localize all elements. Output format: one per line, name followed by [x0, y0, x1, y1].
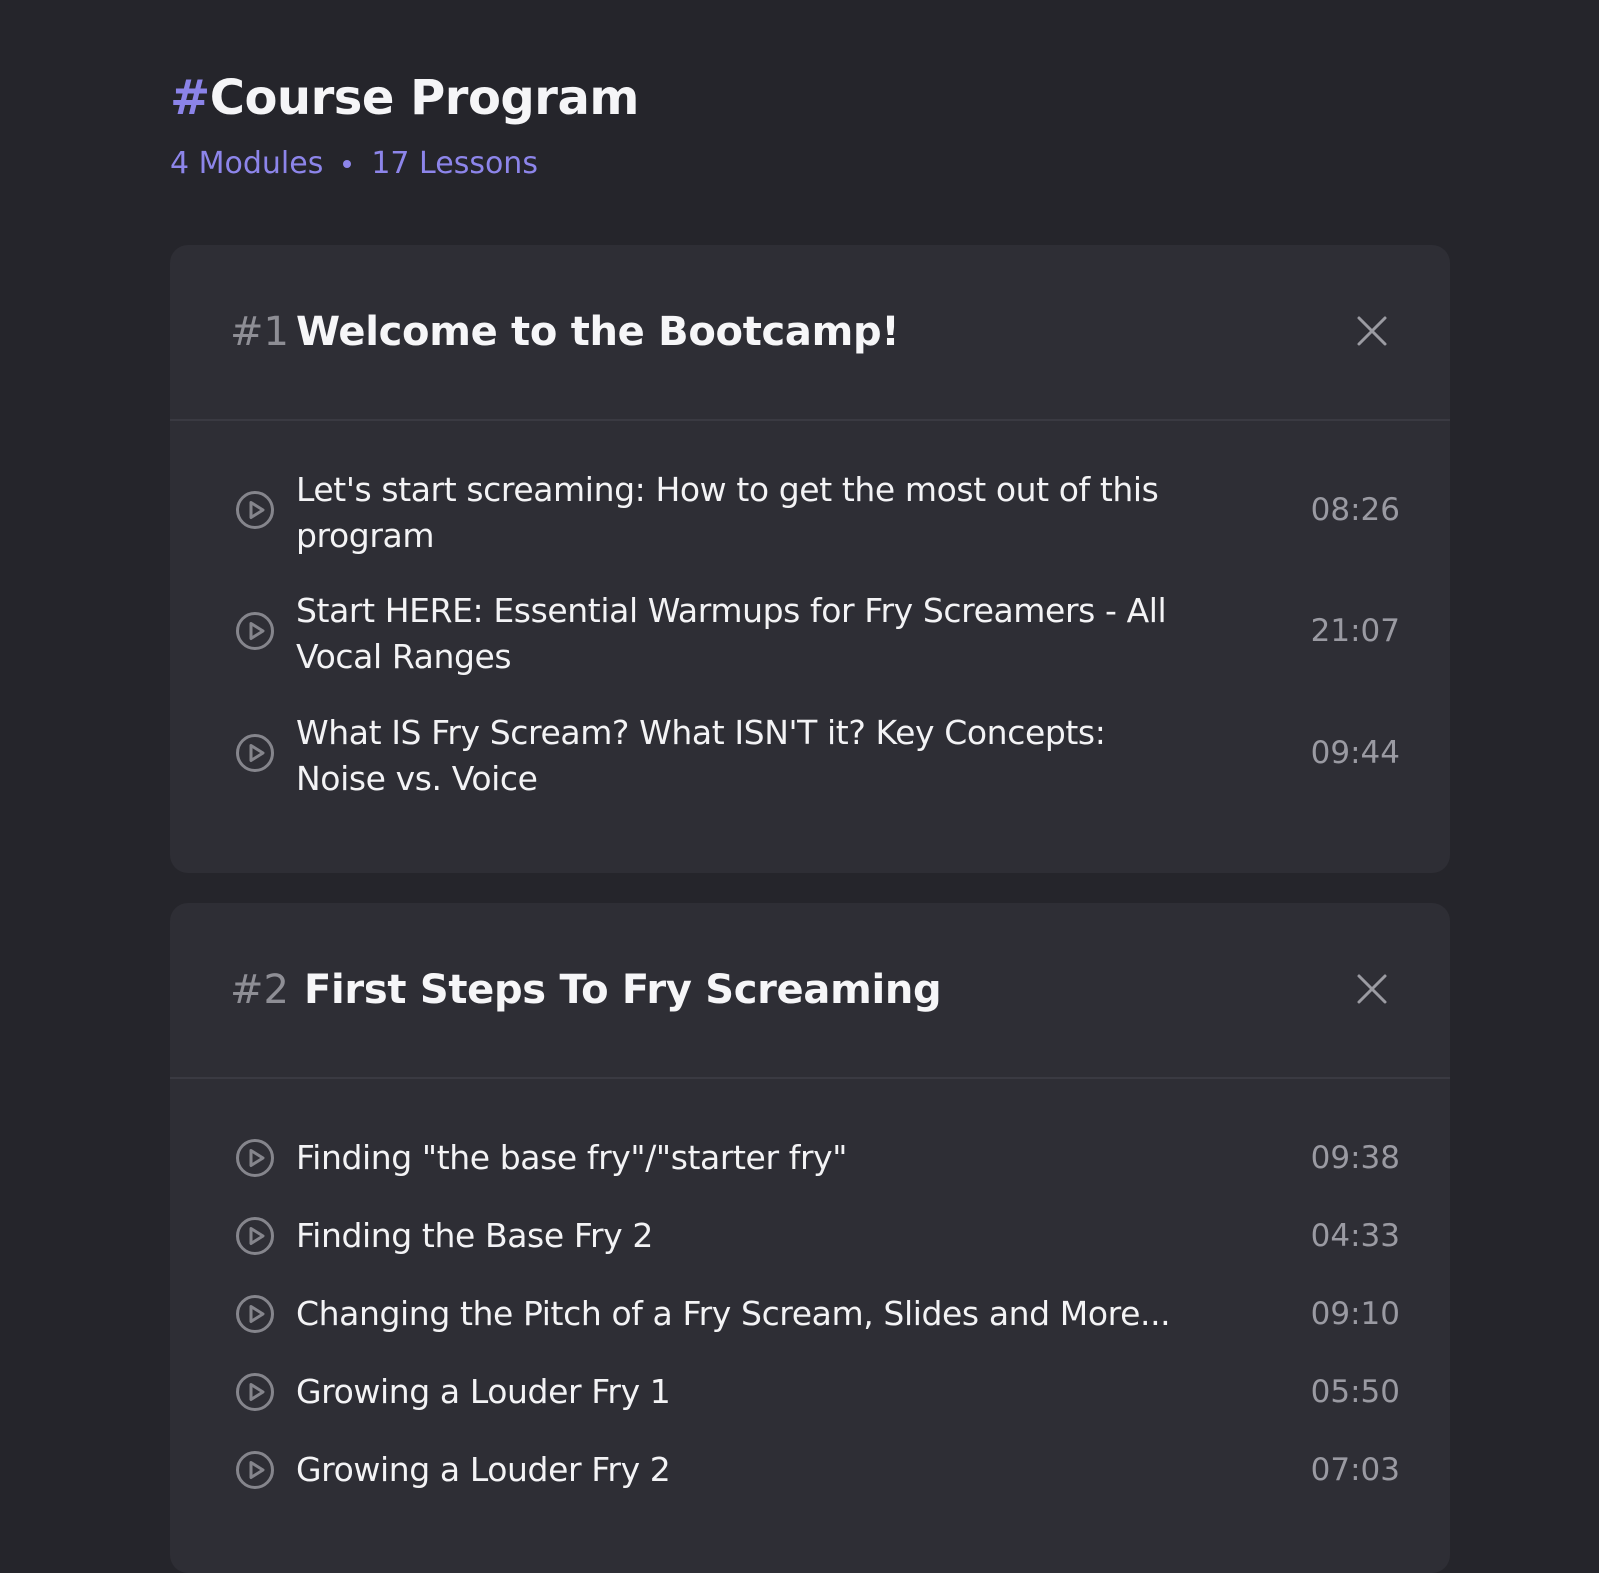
close-icon[interactable]: [1352, 969, 1392, 1009]
lessons-count: 17 Lessons: [371, 146, 538, 181]
title-text: Course Program: [209, 70, 640, 126]
play-circle-icon: [235, 611, 275, 651]
lesson-duration: 09:10: [1310, 1296, 1400, 1332]
module-header[interactable]: #1 Welcome to the Bootcamp!: [170, 245, 1450, 421]
play-circle-icon: [235, 490, 275, 530]
lesson-title: Let's start screaming: How to get the mo…: [296, 470, 1159, 555]
lesson-title: Growing a Louder Fry 1: [296, 1372, 671, 1411]
lesson-duration: 09:38: [1310, 1140, 1400, 1176]
play-circle-icon: [235, 1216, 275, 1256]
lesson-duration: 21:07: [1310, 613, 1400, 649]
lesson-duration: 05:50: [1310, 1374, 1400, 1410]
lesson-duration: 07:03: [1310, 1452, 1400, 1488]
lesson-duration: 09:44: [1310, 735, 1400, 771]
module-number: #2: [230, 967, 289, 1013]
lesson-title: What IS Fry Scream? What ISN'T it? Key C…: [296, 713, 1106, 798]
modules-count: 4 Modules: [170, 146, 324, 181]
separator-dot: [343, 160, 352, 168]
module-title: First Steps To Fry Screaming: [304, 967, 942, 1013]
module-header[interactable]: #2 First Steps To Fry Screaming: [170, 903, 1450, 1079]
close-icon[interactable]: [1352, 311, 1392, 351]
lesson-title: Changing the Pitch of a Fry Scream, Slid…: [296, 1294, 1171, 1333]
play-circle-icon: [235, 1294, 275, 1334]
course-meta: 4 Modules 17 Lessons: [170, 144, 538, 184]
play-circle-icon: [235, 1450, 275, 1490]
lesson-title: Finding the Base Fry 2: [296, 1216, 653, 1255]
module-card: #2 First Steps To Fry Screaming Finding …: [170, 903, 1450, 1573]
lesson-title: Start HERE: Essential Warmups for Fry Sc…: [296, 591, 1167, 676]
course-header: #Course Program 4 Modules 17 Lessons: [170, 66, 639, 181]
lesson-duration: 08:26: [1310, 492, 1400, 528]
module-card: #1 Welcome to the Bootcamp! Let's start …: [170, 245, 1450, 873]
module-title: Welcome to the Bootcamp!: [296, 309, 900, 355]
lesson-title: Growing a Louder Fry 2: [296, 1450, 671, 1489]
play-circle-icon: [235, 1138, 275, 1178]
page-title: #Course Program: [170, 66, 639, 130]
lesson-duration: 04:33: [1310, 1218, 1400, 1254]
module-number: #1: [230, 309, 289, 355]
play-circle-icon: [235, 1372, 275, 1412]
title-hash: #: [170, 70, 210, 126]
play-circle-icon: [235, 733, 275, 773]
lesson-title: Finding "the base fry"/"starter fry": [296, 1138, 848, 1177]
